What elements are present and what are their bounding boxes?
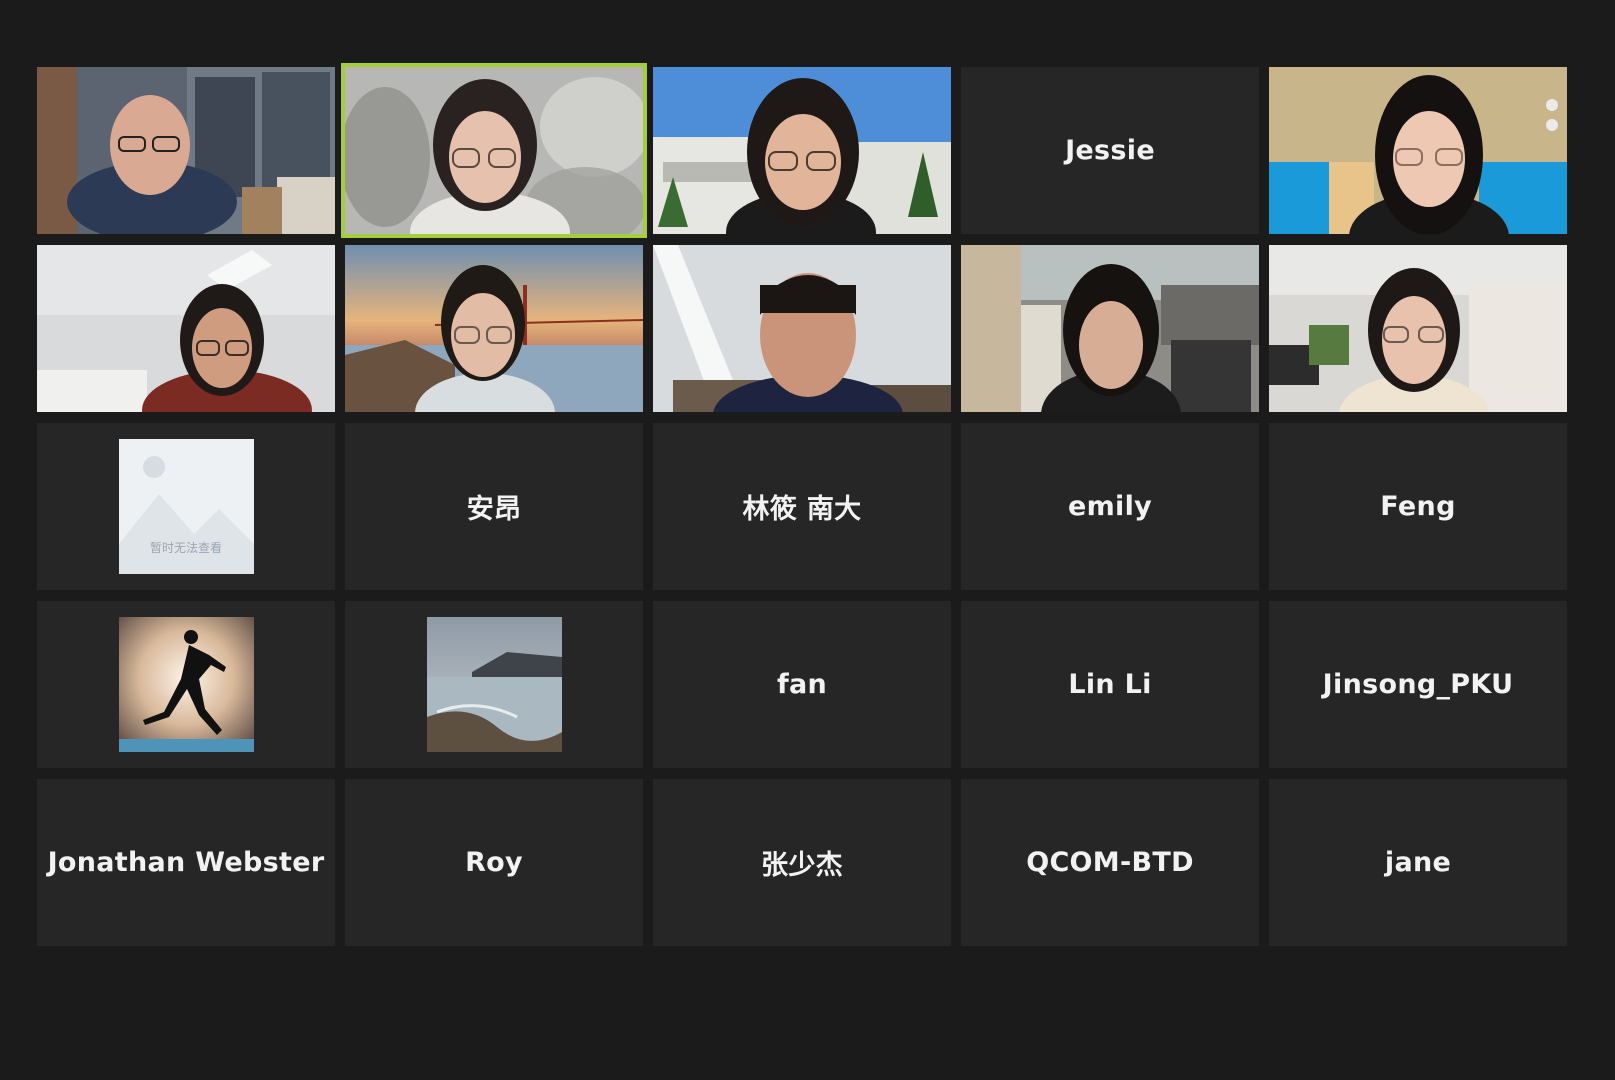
meeting-window: Jessie 暂时无法查看 安昂 林筱 南大 emily Feng fan Li… (0, 0, 1615, 1080)
participant-tile-jessie[interactable]: Jessie (961, 67, 1259, 234)
participant-name: Lin Li (1068, 669, 1152, 700)
participant-name: jane (1384, 847, 1452, 878)
participant-tile-avatar-runner[interactable] (37, 601, 335, 768)
participant-name: Jonathan Webster (47, 847, 325, 878)
video-feed-woman-bridge (345, 245, 643, 412)
participant-name: Feng (1380, 491, 1456, 522)
participant-tile-7[interactable] (345, 245, 643, 412)
participant-tile-lin-xiao[interactable]: 林筱 南大 (653, 423, 951, 590)
participant-name: 张少杰 (761, 850, 843, 881)
placeholder-mountain-icon: 暂时无法查看 (118, 439, 254, 574)
participant-tile-6[interactable] (37, 245, 335, 412)
participant-name: QCOM-BTD (1026, 847, 1194, 878)
participant-tile-qcom-btd[interactable]: QCOM-BTD (961, 779, 1259, 946)
participant-tile-avatar-placeholder[interactable]: 暂时无法查看 (37, 423, 335, 590)
participant-tile-2-active-speaker[interactable] (341, 63, 647, 238)
participant-tile-zhang-shaojie[interactable]: 张少杰 (653, 779, 951, 946)
participant-name: Roy (465, 847, 523, 878)
participant-tile-9[interactable] (961, 245, 1259, 412)
participant-name: 安昂 (466, 494, 522, 525)
participant-name: fan (776, 669, 828, 700)
participant-tile-1[interactable] (37, 67, 335, 234)
participant-tile-10[interactable] (1269, 245, 1567, 412)
participant-tile-avatar-seascape[interactable] (345, 601, 643, 768)
gallery-view-grid: Jessie 暂时无法查看 安昂 林筱 南大 emily Feng fan Li… (37, 63, 1567, 946)
participant-name: emily (1067, 491, 1153, 522)
participant-tile-roy[interactable]: Roy (345, 779, 643, 946)
video-feed-man-office (37, 67, 335, 234)
video-feed-woman-blue-room (1269, 67, 1567, 234)
participant-tile-jinsong-pku[interactable]: Jinsong_PKU (1269, 601, 1567, 768)
video-feed-woman-blurred (345, 67, 643, 234)
participant-tile-fan[interactable]: fan (653, 601, 951, 768)
participant-tile-an-ang[interactable]: 安昂 (345, 423, 643, 590)
video-feed-woman-open-office (1269, 245, 1567, 412)
participant-name: Jinsong_PKU (1322, 669, 1514, 700)
participant-tile-8[interactable] (653, 245, 951, 412)
participant-tile-3[interactable] (653, 67, 951, 234)
participant-tile-jonathan-webster[interactable]: Jonathan Webster (37, 779, 335, 946)
participant-tile-jane[interactable]: jane (1269, 779, 1567, 946)
runner-silhouette-icon (118, 617, 254, 752)
participant-name: 林筱 南大 (742, 494, 862, 525)
participant-tile-lin-li[interactable]: Lin Li (961, 601, 1259, 768)
participant-tile-feng[interactable]: Feng (1269, 423, 1567, 590)
seascape-photo-icon (426, 617, 562, 752)
avatar-caption: 暂时无法查看 (149, 541, 222, 555)
participant-name: Jessie (1065, 135, 1155, 166)
video-feed-man-library (653, 245, 951, 412)
participant-tile-5[interactable] (1269, 67, 1567, 234)
participant-tile-emily[interactable]: emily (961, 423, 1259, 590)
video-feed-woman-dorm (961, 245, 1259, 412)
video-feed-woman-building (653, 67, 951, 234)
video-feed-woman-office-ceiling (37, 245, 335, 412)
